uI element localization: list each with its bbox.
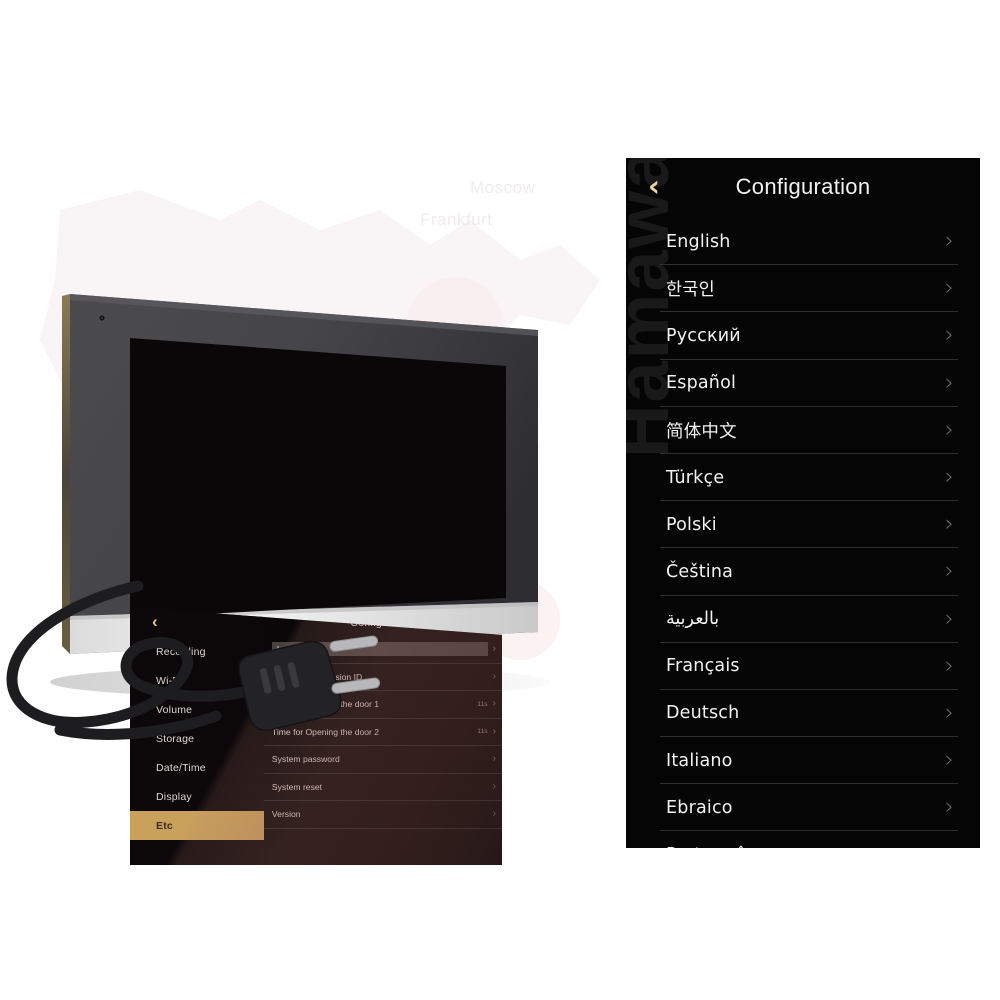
chevron-right-icon: ›	[492, 725, 496, 737]
chevron-right-icon: ›	[944, 369, 954, 396]
language-item-portuguese[interactable]: Português ›	[626, 831, 980, 848]
chevron-right-icon: ›	[492, 808, 496, 820]
device-sidebar-label: Display	[156, 790, 192, 803]
device-row-label: System reset	[271, 781, 323, 792]
chevron-right-icon: ›	[944, 699, 954, 726]
video-intercom-monitor: ‹ Recording Wi-Fi Volume Storage Date/Ti…	[0, 250, 600, 865]
language-label: Deutsch	[666, 703, 740, 724]
device-row-value: 11s	[477, 700, 488, 708]
chevron-right-icon: ›	[492, 753, 496, 765]
language-selection-panel: Hamaway ‹ Configuration English › 한국인 › …	[626, 158, 980, 848]
device-row-version[interactable]: Version ›	[263, 801, 502, 829]
chevron-right-icon: ›	[944, 416, 954, 443]
chevron-right-icon: ›	[944, 747, 954, 774]
language-item-spanish[interactable]: Español ›	[626, 360, 980, 407]
language-item-korean[interactable]: 한국인 ›	[626, 265, 980, 313]
language-item-arabic[interactable]: بالعربية ›	[626, 596, 980, 643]
language-label: Español	[666, 373, 737, 394]
chevron-right-icon: ›	[944, 794, 954, 821]
device-row-label: System password	[271, 754, 340, 765]
device-row-value: 11s	[477, 728, 488, 736]
language-label: Ebraico	[666, 797, 733, 818]
chevron-right-icon: ›	[944, 605, 954, 632]
device-row-label: Version	[271, 809, 301, 820]
language-item-polish[interactable]: Polski ›	[626, 501, 980, 549]
chevron-right-icon: ›	[944, 464, 954, 491]
chevron-right-icon: ›	[944, 275, 954, 302]
language-label: English	[666, 231, 731, 252]
language-item-english[interactable]: English ›	[626, 218, 980, 266]
language-item-french[interactable]: Français ›	[626, 643, 980, 691]
language-label: بالعربية	[666, 609, 720, 630]
page-title: Configuration	[735, 174, 871, 199]
language-label: Français	[666, 656, 740, 677]
language-item-german[interactable]: Deutsch ›	[626, 690, 980, 738]
chevron-right-icon: ›	[944, 511, 954, 538]
language-item-simplified-chinese[interactable]: 简体中文 ›	[626, 407, 980, 455]
chevron-right-icon: ›	[492, 698, 496, 710]
device-sidebar-item-display[interactable]: Display	[130, 782, 264, 811]
chevron-right-icon: ›	[944, 228, 954, 255]
language-label: Polski	[666, 514, 717, 535]
device-row-system-reset[interactable]: System reset ›	[263, 774, 502, 801]
power-cord	[6, 580, 381, 740]
chevron-right-icon: ›	[492, 670, 496, 682]
screenshot-canvas: Moscow Frankfurt ‹ Recording Wi-Fi Volum…	[0, 0, 1000, 1000]
device-sidebar-item-datetime[interactable]: Date/Time	[130, 753, 264, 782]
language-item-italian[interactable]: Italiano ›	[626, 737, 980, 785]
language-label: Italiano	[666, 750, 733, 771]
language-label: Português	[666, 845, 945, 848]
language-item-czech[interactable]: Čeština ›	[626, 548, 980, 596]
chevron-right-icon: ›	[944, 652, 954, 679]
language-item-hebrew[interactable]: Ebraico ›	[626, 784, 980, 832]
device-sidebar-label: Date/Time	[156, 761, 206, 774]
language-item-turkish[interactable]: Türkçe ›	[626, 454, 980, 502]
device-sidebar-item-etc[interactable]: Etc	[130, 811, 264, 840]
language-list: English › 한국인 › Русский › Español › 简体中文…	[626, 218, 980, 848]
language-label: 简体中文	[666, 421, 737, 442]
chevron-right-icon: ›	[492, 780, 496, 792]
chevron-right-icon: ›	[944, 322, 954, 349]
device-row-system-password[interactable]: System password ›	[263, 746, 502, 774]
chevron-right-icon: ›	[944, 558, 954, 585]
watermark-city-frankfurt: Frankfurt	[420, 210, 493, 229]
language-label: 한국인	[666, 280, 715, 301]
chevron-right-icon: ›	[945, 843, 954, 848]
language-label: Русский	[666, 325, 741, 346]
panel-header: ‹ Configuration	[626, 158, 980, 218]
watermark-city-moscow: Moscow	[470, 178, 536, 197]
device-sidebar-label: Etc	[156, 819, 173, 832]
chevron-right-icon: ›	[492, 643, 496, 655]
language-label: Čeština	[666, 561, 734, 582]
language-label: Türkçe	[666, 467, 725, 488]
language-item-russian[interactable]: Русский ›	[626, 312, 980, 360]
